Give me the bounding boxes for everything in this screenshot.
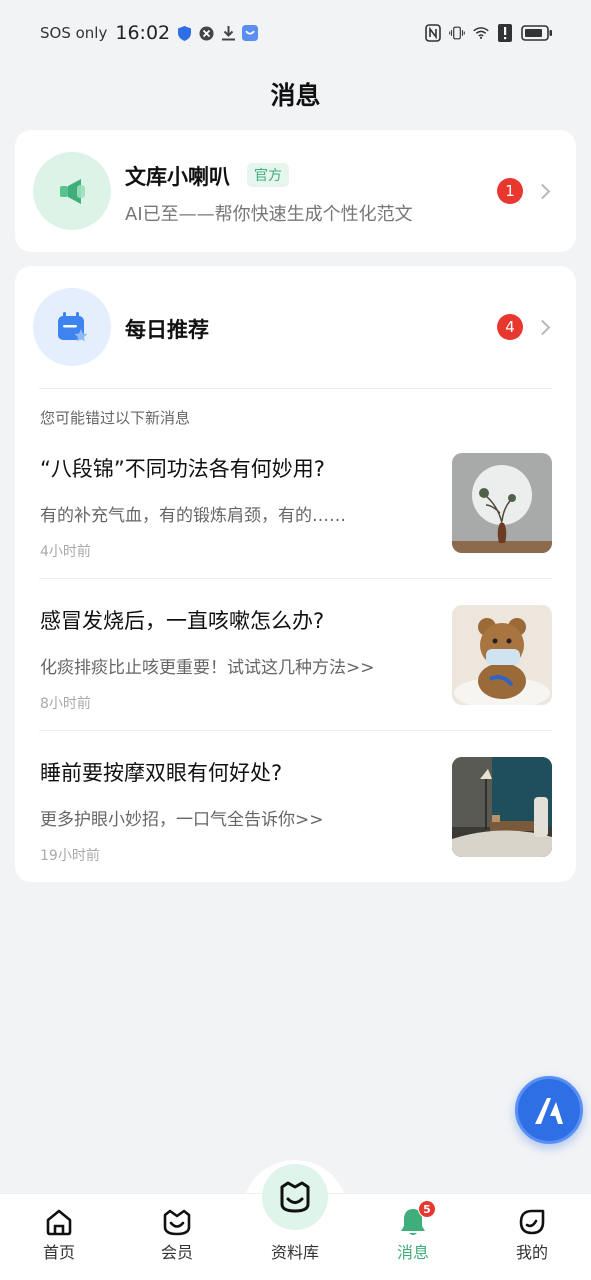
ai-logo-icon bbox=[535, 1098, 563, 1124]
clock: 16:02 bbox=[115, 22, 171, 44]
tab-label: 消息 bbox=[396, 1243, 429, 1262]
ai-assistant-button[interactable] bbox=[515, 1076, 583, 1144]
tab-library[interactable]: 资料库 bbox=[245, 1164, 345, 1280]
profile-icon bbox=[519, 1209, 545, 1235]
signal-alert-icon bbox=[497, 24, 513, 42]
teddy-bear-mask-image bbox=[452, 605, 552, 705]
tab-label: 资料库 bbox=[270, 1243, 319, 1262]
daily-title: 每日推荐 bbox=[125, 318, 209, 342]
official-tag: 官方 bbox=[247, 163, 289, 187]
chevron-right-icon bbox=[534, 183, 551, 200]
tab-label: 我的 bbox=[515, 1243, 548, 1262]
daily-recommend-card: 每日推荐 4 您可能错过以下新消息 “八段锦”不同功法各有何妙用? 有的补充气血… bbox=[15, 266, 576, 882]
carrier-text: SOS only bbox=[40, 24, 108, 42]
daily-header[interactable]: 每日推荐 4 bbox=[15, 266, 576, 388]
news-time: 19小时前 bbox=[40, 848, 100, 864]
bedroom-lamp-image bbox=[452, 757, 552, 857]
news-item[interactable]: 感冒发烧后，一直咳嗽怎么办? 化痰排痰比止咳更重要！试试这几种方法>> 8小时前 bbox=[40, 605, 552, 735]
news-summary: 化痰排痰比止咳更重要！试试这几种方法>> bbox=[40, 658, 375, 678]
shield-icon bbox=[176, 25, 192, 41]
divider bbox=[39, 730, 552, 731]
vip-icon bbox=[163, 1209, 191, 1236]
nfc-icon bbox=[425, 24, 441, 42]
status-bar: SOS only 16:02 bbox=[0, 0, 591, 66]
divider bbox=[39, 388, 552, 389]
official-message-card[interactable]: 文库小喇叭 官方 AI已至——帮你快速生成个性化范文 1 bbox=[15, 130, 576, 252]
official-unread-badge: 1 bbox=[497, 178, 523, 204]
news-summary: 更多护眼小妙招，一口气全告诉你>> bbox=[40, 810, 324, 830]
download-icon bbox=[220, 25, 236, 41]
vase-plant-image bbox=[452, 453, 552, 553]
official-subtitle: AI已至——帮你快速生成个性化范文 bbox=[125, 204, 413, 225]
news-summary: 有的补充气血，有的锻炼肩颈，有的…… bbox=[40, 506, 346, 526]
home-icon bbox=[46, 1209, 72, 1236]
tab-home[interactable]: 首页 bbox=[9, 1194, 109, 1280]
official-title: 文库小喇叭 bbox=[125, 165, 230, 189]
megaphone-icon bbox=[33, 152, 111, 230]
calendar-star-icon bbox=[33, 288, 111, 366]
bottom-nav: 首页 会员 资料库 5 消息 我的 bbox=[0, 1164, 591, 1280]
tab-label: 会员 bbox=[160, 1243, 193, 1262]
library-icon bbox=[280, 1181, 310, 1213]
news-item[interactable]: 睡前要按摩双眼有何好处? 更多护眼小妙招，一口气全告诉你>> 19小时前 bbox=[40, 757, 552, 887]
wifi-icon bbox=[473, 25, 489, 41]
app-notification-icon bbox=[242, 25, 259, 41]
news-title: “八段锦”不同功法各有何妙用? bbox=[40, 457, 325, 481]
tab-vip[interactable]: 会员 bbox=[127, 1194, 227, 1280]
news-item[interactable]: “八段锦”不同功法各有何妙用? 有的补充气血，有的锻炼肩颈，有的…… 4小时前 bbox=[40, 453, 552, 583]
divider bbox=[39, 578, 552, 579]
tab-label: 首页 bbox=[42, 1243, 75, 1262]
news-title: 感冒发烧后，一直咳嗽怎么办? bbox=[40, 609, 325, 633]
battery-icon bbox=[521, 25, 553, 41]
daily-unread-badge: 4 bbox=[497, 314, 523, 340]
blocked-icon bbox=[198, 25, 214, 41]
page-title: 消息 bbox=[270, 81, 321, 110]
news-title: 睡前要按摩双眼有何好处? bbox=[40, 761, 283, 785]
section-hint: 您可能错过以下新消息 bbox=[40, 409, 191, 427]
chevron-right-icon bbox=[534, 319, 551, 336]
tab-profile[interactable]: 我的 bbox=[482, 1194, 582, 1280]
news-time: 8小时前 bbox=[40, 696, 91, 712]
messages-badge: 5 bbox=[418, 1200, 436, 1218]
tab-messages[interactable]: 5 消息 bbox=[363, 1194, 463, 1280]
vibrate-icon bbox=[449, 25, 465, 41]
news-time: 4小时前 bbox=[40, 544, 91, 560]
